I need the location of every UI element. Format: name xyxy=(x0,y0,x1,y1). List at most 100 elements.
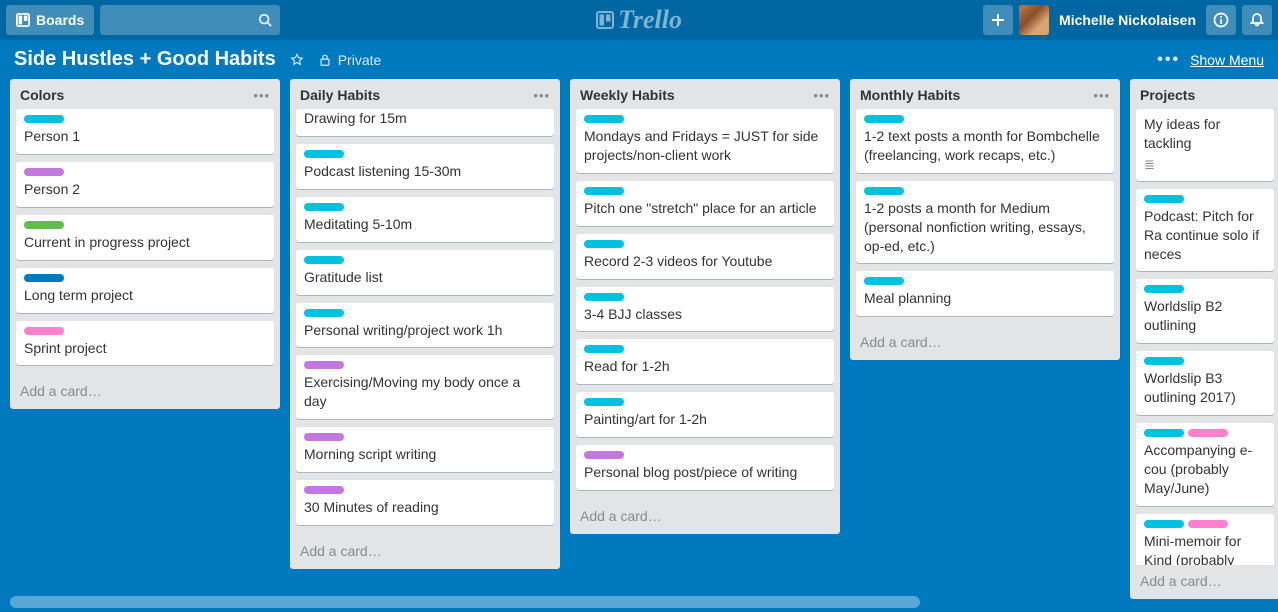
ellipsis-icon[interactable]: ••• xyxy=(1157,51,1180,69)
card[interactable]: Gratitude list xyxy=(296,250,554,295)
add-card-button[interactable]: Add a card… xyxy=(290,535,560,569)
label-cyan[interactable] xyxy=(1144,195,1184,203)
list-menu-button[interactable]: ••• xyxy=(533,88,550,103)
board-canvas[interactable]: Colors ••• Person 1 Person 2 Current in prog… xyxy=(0,79,1278,599)
add-card-button[interactable]: Add a card… xyxy=(850,326,1120,360)
label-purple[interactable] xyxy=(24,168,64,176)
card[interactable]: Personal blog post/piece of writing xyxy=(576,445,834,490)
list-title[interactable]: Projects xyxy=(1140,87,1195,103)
card[interactable]: Current in progress project xyxy=(16,215,274,260)
card[interactable]: Meal planning xyxy=(856,271,1114,316)
card[interactable]: Painting/art for 1-2h xyxy=(576,392,834,437)
card[interactable]: Worldslip B2 outlining xyxy=(1136,279,1274,343)
label-cyan[interactable] xyxy=(584,240,624,248)
card-title: Pitch one "stretch" place for an article xyxy=(584,199,826,218)
avatar[interactable] xyxy=(1019,5,1049,35)
card[interactable]: 3-4 BJJ classes xyxy=(576,287,834,332)
card[interactable]: Morning script writing xyxy=(296,427,554,472)
list-title[interactable]: Weekly Habits xyxy=(580,87,675,103)
username[interactable]: Michelle Nickolaisen xyxy=(1055,12,1200,28)
list-cards[interactable]: Mondays and Fridays = JUST for side proj… xyxy=(570,107,840,500)
card[interactable]: Podcast listening 15-30m xyxy=(296,144,554,189)
label-purple[interactable] xyxy=(304,433,344,441)
label-purple[interactable] xyxy=(304,361,344,369)
label-cyan[interactable] xyxy=(304,150,344,158)
search-input[interactable] xyxy=(100,5,280,35)
label-cyan[interactable] xyxy=(584,398,624,406)
list-title[interactable]: Colors xyxy=(20,87,64,103)
card[interactable]: Person 1 xyxy=(16,109,274,154)
label-purple[interactable] xyxy=(304,486,344,494)
label-cyan[interactable] xyxy=(584,187,624,195)
show-menu-button[interactable]: Show Menu xyxy=(1190,52,1264,68)
list-cards[interactable]: 1-2 text posts a month for Bombchelle (f… xyxy=(850,107,1120,326)
add-card-button[interactable]: Add a card… xyxy=(10,375,280,409)
add-card-button[interactable]: Add a card… xyxy=(1130,565,1278,599)
label-cyan[interactable] xyxy=(584,345,624,353)
card-title: Current in progress project xyxy=(24,233,266,252)
label-cyan[interactable] xyxy=(584,293,624,301)
list-cards[interactable]: My ideas for tackling≣ Podcast: Pitch for… xyxy=(1130,107,1278,565)
label-pink[interactable] xyxy=(24,327,64,335)
label-cyan[interactable] xyxy=(304,256,344,264)
label-cyan[interactable] xyxy=(304,203,344,211)
label-cyan[interactable] xyxy=(584,115,624,123)
card[interactable]: Accompanying e-cou (probably May/June) xyxy=(1136,423,1274,506)
list-cards[interactable]: Drawing for 15m Podcast listening 15-30m M… xyxy=(290,107,560,535)
list-cards[interactable]: Person 1 Person 2 Current in progress proj… xyxy=(10,107,280,375)
label-pink[interactable] xyxy=(1188,520,1228,528)
label-cyan[interactable] xyxy=(1144,520,1184,528)
card[interactable]: Drawing for 15m xyxy=(296,109,554,136)
card-title: Person 2 xyxy=(24,180,266,199)
label-green[interactable] xyxy=(24,221,64,229)
board-name[interactable]: Side Hustles + Good Habits xyxy=(14,48,276,71)
add-card-button[interactable]: Add a card… xyxy=(570,500,840,534)
list-menu-button[interactable]: ••• xyxy=(253,88,270,103)
card[interactable]: My ideas for tackling≣ xyxy=(1136,109,1274,181)
card-title: 1-2 posts a month for Medium (personal n… xyxy=(864,199,1106,256)
list-title[interactable]: Monthly Habits xyxy=(860,87,960,103)
label-cyan[interactable] xyxy=(864,187,904,195)
label-cyan[interactable] xyxy=(24,115,64,123)
card[interactable]: Mini-memoir for Kind (probably June/July… xyxy=(1136,514,1274,565)
card[interactable]: Read for 1-2h xyxy=(576,339,834,384)
card[interactable]: 30 Minutes of reading xyxy=(296,480,554,525)
create-button[interactable] xyxy=(983,5,1013,35)
card-title: Meditating 5-10m xyxy=(304,215,546,234)
label-cyan[interactable] xyxy=(864,277,904,285)
list-title[interactable]: Daily Habits xyxy=(300,87,380,103)
card[interactable]: Personal writing/project work 1h xyxy=(296,303,554,348)
label-purple[interactable] xyxy=(584,451,624,459)
list-menu-button[interactable]: ••• xyxy=(1093,88,1110,103)
card[interactable]: Long term project xyxy=(16,268,274,313)
list-menu-button[interactable]: ••• xyxy=(813,88,830,103)
card[interactable]: Meditating 5-10m xyxy=(296,197,554,242)
info-button[interactable] xyxy=(1206,5,1236,35)
card-title: 3-4 BJJ classes xyxy=(584,305,826,324)
card[interactable]: Worldslip B3 outlining 2017) xyxy=(1136,351,1274,415)
card[interactable]: Exercising/Moving my body once a day xyxy=(296,355,554,419)
label-cyan[interactable] xyxy=(304,309,344,317)
card-labels xyxy=(584,345,826,353)
card[interactable]: Pitch one "stretch" place for an article xyxy=(576,181,834,226)
trello-logo[interactable]: Trello xyxy=(596,5,682,35)
card[interactable]: Record 2-3 videos for Youtube xyxy=(576,234,834,279)
horizontal-scrollbar[interactable] xyxy=(10,596,920,608)
card[interactable]: Mondays and Fridays = JUST for side proj… xyxy=(576,109,834,173)
card-labels xyxy=(1144,520,1266,528)
card[interactable]: 1-2 text posts a month for Bombchelle (f… xyxy=(856,109,1114,173)
card[interactable]: 1-2 posts a month for Medium (personal n… xyxy=(856,181,1114,264)
notifications-button[interactable] xyxy=(1242,5,1272,35)
label-cyan[interactable] xyxy=(864,115,904,123)
label-cyan[interactable] xyxy=(1144,285,1184,293)
star-button[interactable] xyxy=(290,53,304,67)
card[interactable]: Person 2 xyxy=(16,162,274,207)
label-cyan[interactable] xyxy=(1144,429,1184,437)
label-pink[interactable] xyxy=(1188,429,1228,437)
label-cyan[interactable] xyxy=(1144,357,1184,365)
card[interactable]: Sprint project xyxy=(16,321,274,366)
label-blue[interactable] xyxy=(24,274,64,282)
boards-button[interactable]: Boards xyxy=(6,5,94,35)
card[interactable]: Podcast: Pitch for Ra continue solo if n… xyxy=(1136,189,1274,272)
visibility-button[interactable]: Private xyxy=(318,52,382,68)
